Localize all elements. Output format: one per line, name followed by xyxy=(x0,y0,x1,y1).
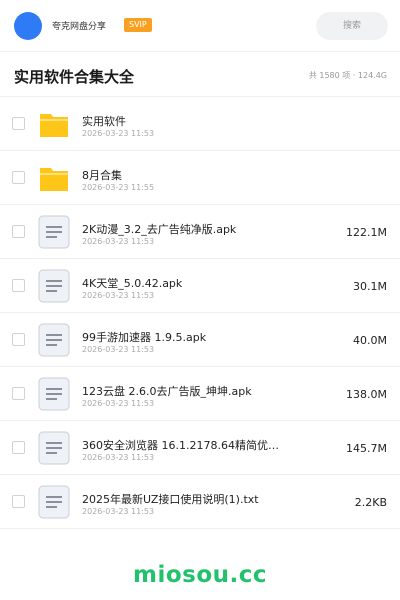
page-title: 实用软件合集大全 xyxy=(14,68,135,86)
list-item[interactable]: 4K天堂_5.0.42.apk 2026-03-23 11:53 30.1M xyxy=(0,259,400,313)
row-checkbox[interactable] xyxy=(12,495,25,508)
file-date: 2026-03-23 11:53 xyxy=(82,507,155,516)
row-checkbox[interactable] xyxy=(12,333,25,346)
document-icon xyxy=(38,323,70,357)
list-item[interactable]: 99手游加速器 1.9.5.apk 2026-03-23 11:53 40.0M xyxy=(0,313,400,367)
file-list: 实用软件 2026-03-23 11:53 8月合集 2026-03-23 11… xyxy=(0,97,400,529)
file-size: 122.1M xyxy=(346,226,387,239)
search-button[interactable]: 搜索 xyxy=(316,12,388,40)
file-name: 实用软件 xyxy=(82,115,126,128)
avatar[interactable] xyxy=(14,12,42,40)
folder-icon xyxy=(40,114,68,137)
row-checkbox[interactable] xyxy=(12,387,25,400)
folder-header: 实用软件合集大全 共 1580 项 · 124.4G xyxy=(0,52,400,97)
row-checkbox[interactable] xyxy=(12,279,25,292)
list-item[interactable]: 2K动漫_3.2_去广告纯净版.apk 2026-03-23 11:53 122… xyxy=(0,205,400,259)
folder-icon xyxy=(40,168,68,191)
file-date: 2026-03-23 11:53 xyxy=(82,237,155,246)
list-item[interactable]: 123云盘 2.6.0去广告版_坤坤.apk 2026-03-23 11:53 … xyxy=(0,367,400,421)
file-size: 138.0M xyxy=(346,388,387,401)
file-name: 123云盘 2.6.0去广告版_坤坤.apk xyxy=(82,385,252,398)
watermark: miosou.cc xyxy=(132,562,268,588)
file-size: 30.1M xyxy=(353,280,387,293)
top-bar: 夸克网盘分享 SVIP 搜索 xyxy=(0,0,400,52)
document-icon xyxy=(38,485,70,519)
list-item[interactable]: 360安全浏览器 16.1.2178.64精简优化… 2026-03-23 11… xyxy=(0,421,400,475)
document-icon xyxy=(38,377,70,411)
document-icon xyxy=(38,269,70,303)
file-date: 2026-03-23 11:53 xyxy=(82,291,155,300)
file-date: 2026-03-23 11:53 xyxy=(82,345,155,354)
file-date: 2026-03-23 11:53 xyxy=(82,399,155,408)
folder-summary: 共 1580 项 · 124.4G xyxy=(308,71,387,80)
row-checkbox[interactable] xyxy=(12,171,25,184)
file-size: 40.0M xyxy=(353,334,387,347)
document-icon xyxy=(38,431,70,465)
username: 夸克网盘分享 xyxy=(52,22,107,32)
document-icon xyxy=(38,215,70,249)
file-size: 2.2KB xyxy=(354,496,387,509)
file-date: 2026-03-23 11:53 xyxy=(82,453,155,462)
row-checkbox[interactable] xyxy=(12,225,25,238)
row-checkbox[interactable] xyxy=(12,441,25,454)
file-size: 145.7M xyxy=(346,442,387,455)
list-item[interactable]: 实用软件 2026-03-23 11:53 xyxy=(0,97,400,151)
file-name: 4K天堂_5.0.42.apk xyxy=(82,277,183,290)
file-name: 8月合集 xyxy=(82,169,122,182)
file-date: 2026-03-23 11:55 xyxy=(82,183,155,192)
svip-badge: SVIP xyxy=(124,18,152,32)
file-name: 99手游加速器 1.9.5.apk xyxy=(82,331,207,344)
file-name: 2025年最新UZ接口使用说明(1).txt xyxy=(82,493,259,506)
file-name: 360安全浏览器 16.1.2178.64精简优化… xyxy=(82,439,282,452)
list-item[interactable]: 8月合集 2026-03-23 11:55 xyxy=(0,151,400,205)
list-item[interactable]: 2025年最新UZ接口使用说明(1).txt 2026-03-23 11:53 … xyxy=(0,475,400,529)
file-name: 2K动漫_3.2_去广告纯净版.apk xyxy=(82,223,237,236)
row-checkbox[interactable] xyxy=(12,117,25,130)
file-date: 2026-03-23 11:53 xyxy=(82,129,155,138)
